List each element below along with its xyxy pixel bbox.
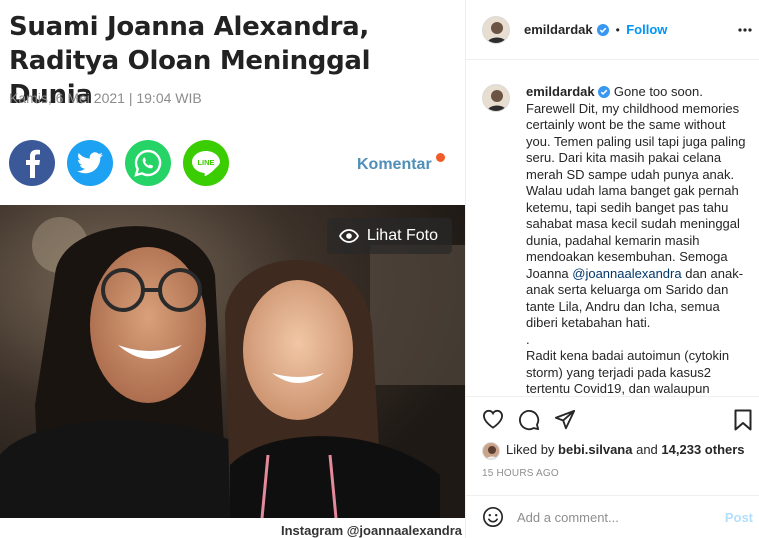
share-line-button[interactable]: LINE: [183, 140, 229, 186]
caption-username[interactable]: emildardak: [526, 84, 595, 99]
liker-avatar[interactable]: [482, 442, 500, 460]
post-header: emildardak • Follow: [466, 0, 759, 60]
instagram-panel: emildardak • Follow emildardak Gone too …: [465, 0, 759, 538]
share-twitter-button[interactable]: [67, 140, 113, 186]
liker-avatar-image: [483, 443, 499, 459]
likes-count[interactable]: 14,233 others: [661, 442, 744, 457]
comment-icon[interactable]: [518, 409, 540, 431]
likes-middle: and: [636, 442, 658, 457]
comment-link[interactable]: Komentar: [357, 156, 432, 174]
caption-avatar-image: [483, 85, 509, 111]
add-comment-row: Add a comment... Post: [466, 495, 759, 538]
twitter-icon: [77, 152, 103, 174]
verified-badge-icon: [597, 24, 610, 36]
caption-scroll-area[interactable]: emildardak Gone too soon. Farewell Dit, …: [466, 76, 759, 396]
comment-notification-dot: [436, 153, 445, 162]
line-icon-text: LINE: [197, 158, 214, 167]
follow-button[interactable]: Follow: [626, 22, 667, 37]
avatar[interactable]: [482, 16, 510, 44]
caption-avatar[interactable]: [482, 84, 510, 112]
caption-body-1: Gone too soon. Farewell Dit, my childhoo…: [526, 84, 746, 281]
likes-prefix: Liked by: [506, 442, 555, 457]
header-username[interactable]: emildardak: [524, 22, 593, 37]
avatar-image: [483, 17, 509, 43]
article-panel: Suami Joanna Alexandra, Raditya Oloan Me…: [0, 0, 465, 538]
post-actions: Liked by bebi.silvana and 14,233 others …: [466, 396, 759, 538]
line-icon: LINE: [192, 151, 220, 177]
article-photo[interactable]: Lihat Foto: [0, 205, 465, 518]
caption-mention-link[interactable]: @joannaalexandra: [572, 266, 681, 281]
photo-caption: Instagram @joannaalexandra: [281, 523, 463, 538]
emoji-icon[interactable]: [482, 506, 504, 528]
bookmark-icon[interactable]: [734, 409, 752, 431]
view-photo-button[interactable]: Lihat Foto: [326, 218, 452, 254]
whatsapp-icon: [134, 149, 162, 177]
caption-verified-badge-icon: [598, 86, 611, 98]
caption-body-3: Radit kena badai autoimun (cytokin storm…: [526, 348, 730, 396]
caption-dot: .: [526, 331, 530, 347]
caption-text: emildardak Gone too soon. Farewell Dit, …: [526, 84, 748, 396]
heart-icon[interactable]: [482, 409, 504, 429]
liker-username[interactable]: bebi.silvana: [558, 442, 632, 457]
article-dateline: Kamis, 6 Mei 2021 | 19:04 WIB: [9, 90, 202, 106]
share-whatsapp-button[interactable]: [125, 140, 171, 186]
eye-icon: [338, 229, 359, 243]
share-facebook-button[interactable]: [9, 140, 55, 186]
header-user-row: emildardak • Follow: [524, 21, 667, 39]
header-separator: •: [615, 23, 620, 37]
post-comment-button[interactable]: Post: [725, 510, 753, 525]
share-icon[interactable]: [554, 409, 576, 431]
comment-input[interactable]: Add a comment...: [517, 510, 619, 525]
view-photo-label: Lihat Foto: [366, 227, 438, 244]
likes-summary: Liked by bebi.silvana and 14,233 others: [506, 442, 745, 457]
facebook-icon: [26, 149, 40, 178]
post-timestamp[interactable]: 15 HOURS AGO: [482, 468, 559, 479]
more-horizontal-icon[interactable]: [738, 28, 752, 32]
